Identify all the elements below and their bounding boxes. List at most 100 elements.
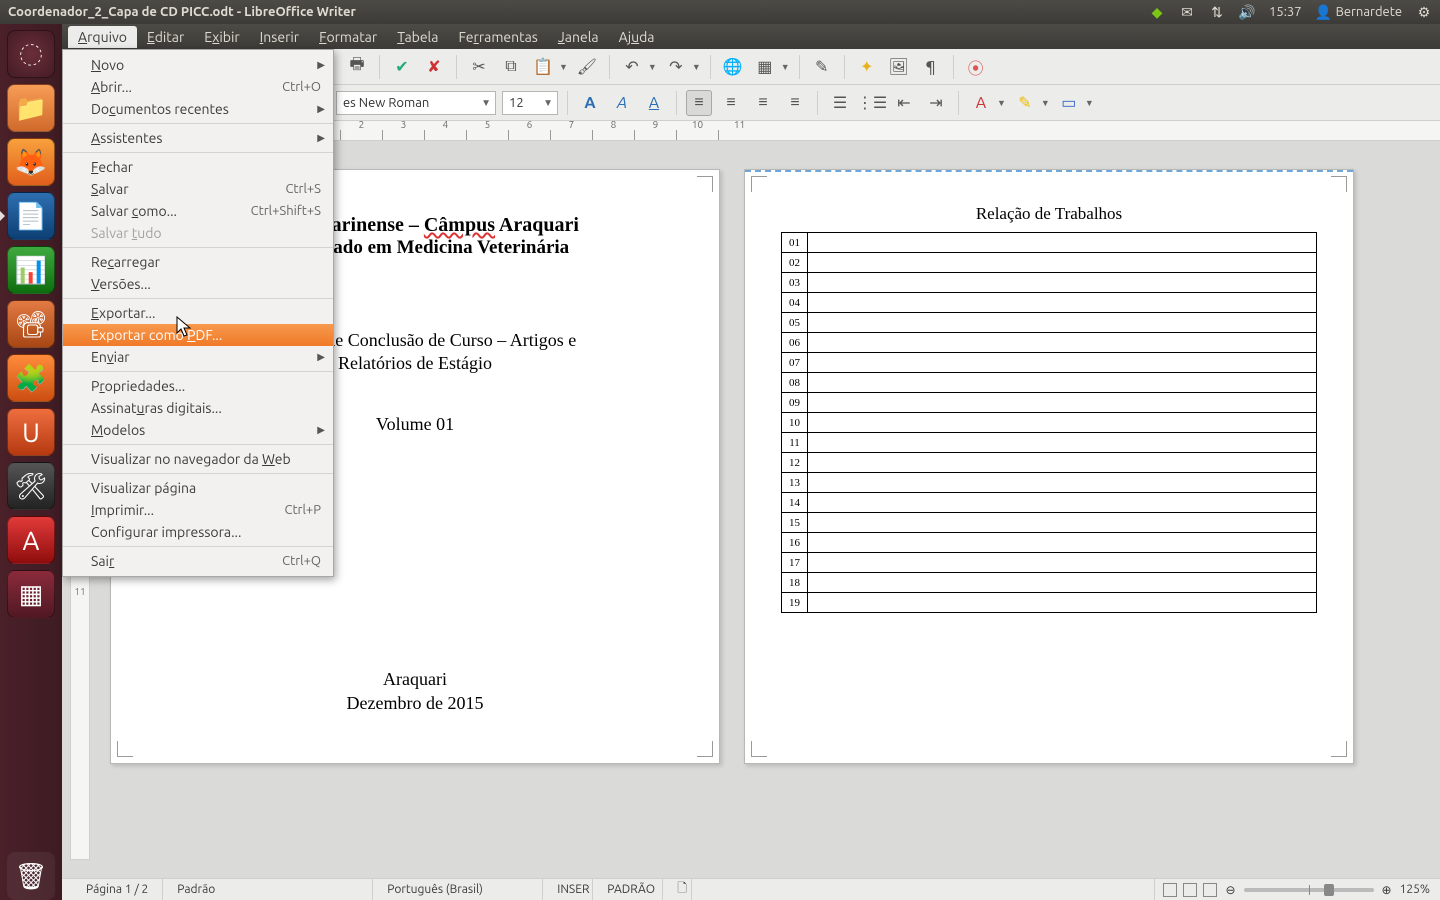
table-row[interactable]: 17 <box>782 553 1317 573</box>
cut-icon[interactable]: ✂ <box>466 54 492 80</box>
volume-icon[interactable]: 🔊 <box>1239 4 1255 20</box>
firefox-icon[interactable]: 🦊 <box>7 138 55 186</box>
table-row[interactable]: 04 <box>782 293 1317 313</box>
decrease-indent-icon[interactable]: ⇤ <box>891 90 917 116</box>
gallery-icon[interactable]: 🖼 <box>886 54 912 80</box>
increase-indent-icon[interactable]: ⇥ <box>923 90 949 116</box>
file-menu-item[interactable]: Modelos▶ <box>63 419 333 441</box>
table-row[interactable]: 06 <box>782 333 1317 353</box>
status-insert[interactable]: INSER <box>543 879 593 900</box>
table-row[interactable]: 15 <box>782 513 1317 533</box>
network-icon[interactable]: ⇅ <box>1209 4 1225 20</box>
file-menu-item[interactable]: Propriedades... <box>63 375 333 397</box>
table-row[interactable]: 18 <box>782 573 1317 593</box>
spellcheck-icon[interactable]: ✔ <box>389 54 415 80</box>
file-menu-item[interactable]: Fechar <box>63 156 333 178</box>
italic-icon[interactable]: A <box>609 90 635 116</box>
file-menu-item[interactable]: Salvar como...Ctrl+Shift+S <box>63 200 333 222</box>
align-left-icon[interactable]: ≡ <box>686 90 712 116</box>
clock[interactable]: 15:37 <box>1269 5 1302 19</box>
file-menu-item[interactable]: Novo▶ <box>63 54 333 76</box>
redo-icon[interactable]: ↷ <box>663 54 689 80</box>
undo-icon[interactable]: ↶ <box>619 54 645 80</box>
show-draw-functions-icon[interactable]: ✎ <box>809 54 835 80</box>
file-menu-item[interactable]: Assinaturas digitais... <box>63 397 333 419</box>
menu-tabela[interactable]: Tabela <box>387 26 448 48</box>
file-menu-item[interactable]: Exportar como PDF... <box>63 324 333 346</box>
status-page[interactable]: Página 1 / 2 <box>72 879 163 900</box>
mail-icon[interactable]: ✉ <box>1179 4 1195 20</box>
file-menu-item[interactable]: SairCtrl+Q <box>63 550 333 572</box>
table-row[interactable]: 09 <box>782 393 1317 413</box>
file-menu-item[interactable]: SalvarCtrl+S <box>63 178 333 200</box>
table-row[interactable]: 16 <box>782 533 1317 553</box>
print-preview-icon[interactable]: 🖶 <box>344 54 370 80</box>
bullet-list-icon[interactable]: ⋮☰ <box>859 90 885 116</box>
background-color-icon[interactable]: ▭ <box>1056 90 1082 116</box>
help-icon[interactable]: ⦿ <box>963 54 989 80</box>
update-shield-icon[interactable]: ◆ <box>1149 4 1165 20</box>
menu-ajuda[interactable]: Ajuda <box>609 26 665 48</box>
underline-icon[interactable]: A <box>641 90 667 116</box>
align-right-icon[interactable]: ≡ <box>750 90 776 116</box>
file-menu-item[interactable]: Visualizar página <box>63 477 333 499</box>
file-menu-item[interactable]: Exportar... <box>63 302 333 324</box>
files-icon[interactable]: 📁 <box>7 84 55 132</box>
zoom-in-icon[interactable]: ⊕ <box>1382 883 1392 897</box>
file-menu-item[interactable]: Imprimir...Ctrl+P <box>63 499 333 521</box>
zoom-slider[interactable] <box>1244 888 1374 892</box>
menu-ferramentas[interactable]: Ferramentas <box>448 26 547 48</box>
file-menu-item[interactable]: Abrir...Ctrl+O <box>63 76 333 98</box>
table-row[interactable]: 13 <box>782 473 1317 493</box>
file-menu-item[interactable]: Configurar impressora... <box>63 521 333 543</box>
zoom-out-icon[interactable]: ⊖ <box>1225 883 1235 897</box>
align-center-icon[interactable]: ≡ <box>718 90 744 116</box>
format-paintbrush-icon[interactable]: 🖌 <box>574 54 600 80</box>
table-row[interactable]: 14 <box>782 493 1317 513</box>
hyperlink-icon[interactable]: 🌐 <box>720 54 746 80</box>
zoom-value[interactable]: 125% <box>1392 883 1430 896</box>
copy-icon[interactable]: ⧉ <box>498 54 524 80</box>
menu-inserir[interactable]: Inserir <box>250 26 309 48</box>
view-multi-icon[interactable] <box>1183 883 1197 897</box>
status-selection[interactable]: PADRÃO <box>593 879 663 900</box>
paste-icon[interactable]: 📋 <box>530 54 556 80</box>
font-size-combo[interactable]: 12 ▼ <box>502 91 558 115</box>
status-style[interactable]: Padrão <box>163 879 373 900</box>
navigator-star-icon[interactable]: ✦ <box>854 54 880 80</box>
table-icon[interactable]: ▦ <box>752 54 778 80</box>
numbered-list-icon[interactable]: ☰ <box>827 90 853 116</box>
user-menu[interactable]: 👤 Bernardete <box>1316 4 1402 20</box>
file-menu-item[interactable]: Assistentes▶ <box>63 127 333 149</box>
menu-exibir[interactable]: Exibir <box>194 26 249 48</box>
table-row[interactable]: 07 <box>782 353 1317 373</box>
bold-icon[interactable]: A <box>577 90 603 116</box>
relacao-table[interactable]: 01020304050607080910111213141516171819 <box>781 232 1317 613</box>
menu-janela[interactable]: Janela <box>548 26 609 48</box>
software-center-orange-icon[interactable]: 🧩 <box>7 354 55 402</box>
nonprinting-chars-icon[interactable]: ¶ <box>918 54 944 80</box>
menu-formatar[interactable]: Formatar <box>309 26 387 48</box>
table-row[interactable]: 08 <box>782 373 1317 393</box>
view-single-icon[interactable] <box>1163 883 1177 897</box>
table-row[interactable]: 10 <box>782 413 1317 433</box>
file-menu-item[interactable]: Visualizar no navegador da Web <box>63 448 333 470</box>
align-justify-icon[interactable]: ≡ <box>782 90 808 116</box>
view-mode-icons[interactable] <box>1155 883 1225 897</box>
table-row[interactable]: 03 <box>782 273 1317 293</box>
table-row[interactable]: 11 <box>782 433 1317 453</box>
status-language[interactable]: Português (Brasil) <box>373 879 543 900</box>
libreoffice-calc-icon[interactable]: 📊 <box>7 246 55 294</box>
ubuntu-one-icon[interactable]: U <box>7 408 55 456</box>
trash-icon[interactable]: 🗑 <box>7 852 55 900</box>
workspace-switcher-icon[interactable]: ▦ <box>7 570 55 618</box>
auto-spellcheck-icon[interactable]: ✘ <box>421 54 447 80</box>
libreoffice-impress-icon[interactable]: 📽 <box>7 300 55 348</box>
file-menu-item[interactable]: Versões... <box>63 273 333 295</box>
libreoffice-writer-icon[interactable]: 📄 <box>7 192 55 240</box>
menu-editar[interactable]: Editar <box>137 26 194 48</box>
view-book-icon[interactable] <box>1203 883 1217 897</box>
table-row[interactable]: 02 <box>782 253 1317 273</box>
status-doc-modified-icon[interactable]: 🗋 <box>663 879 692 900</box>
page-2[interactable]: Relação de Trabalhos 0102030405060708091… <box>744 169 1354 764</box>
